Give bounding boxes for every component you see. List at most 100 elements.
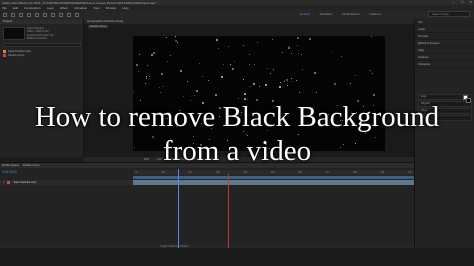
star-particle: [144, 82, 146, 84]
minimize-button[interactable]: —: [452, 0, 455, 4]
star-particle: [314, 72, 317, 75]
workspace-switcher: Default Standard Small Screen Libraries: [300, 12, 381, 16]
star-particle: [163, 86, 165, 88]
project-tab[interactable]: Project: [0, 19, 83, 24]
star-particle: [273, 69, 275, 71]
star-particle: [202, 75, 203, 77]
star-particle: [286, 84, 288, 86]
star-particle: [316, 91, 318, 93]
star-particle: [269, 73, 271, 75]
project-item-list: Stars Particles.mp4 Particle Comp: [3, 49, 81, 57]
star-particle: [186, 80, 188, 82]
panel-align[interactable]: Align: [415, 47, 474, 54]
pan-behind-tool-icon[interactable]: [43, 12, 47, 17]
star-particle: [177, 41, 179, 43]
footage-icon: [3, 49, 6, 53]
project-thumbnail: [3, 27, 25, 40]
panel-preview[interactable]: Preview: [415, 33, 474, 40]
time-ruler[interactable]: 0s 01s 02s 03s 04s 05s 06s 07s 08s 09s 1…: [133, 170, 414, 175]
layer-row[interactable]: 1 Stars Particles.mp4: [0, 180, 133, 185]
workspace-standard[interactable]: Standard: [320, 12, 332, 16]
star-particle: [285, 79, 288, 82]
ruler-tick: 05s: [270, 171, 275, 174]
panel-audio[interactable]: Audio: [415, 26, 474, 33]
hand-tool-icon[interactable]: [11, 12, 15, 17]
playhead-indicator[interactable]: [178, 169, 179, 248]
brush-tool-icon[interactable]: [75, 12, 79, 17]
panel-character[interactable]: Character: [415, 61, 474, 68]
star-particle: [243, 44, 245, 46]
menu-edit[interactable]: Edit: [13, 6, 18, 10]
star-particle: [291, 80, 293, 82]
star-particle: [271, 38, 273, 40]
star-particle: [333, 82, 336, 85]
maximize-button[interactable]: ☐: [461, 0, 464, 4]
camera-tool-icon[interactable]: [35, 12, 39, 17]
menu-effect[interactable]: Effect: [60, 6, 68, 10]
star-particle: [193, 95, 195, 96]
info-line: Millions of Colors: [27, 37, 47, 41]
star-particle: [287, 47, 290, 50]
star-particle: [243, 93, 246, 96]
star-particle: [136, 63, 139, 66]
zoom-tool-icon[interactable]: [19, 12, 23, 17]
composition-tab[interactable]: Composition Particle Comp: [84, 19, 414, 24]
star-particle: [228, 46, 229, 48]
menu-composition[interactable]: Composition: [24, 6, 41, 10]
text-tool-icon[interactable]: [67, 12, 71, 17]
star-particle: [139, 53, 141, 55]
star-particle: [158, 87, 160, 89]
star-particle: [230, 64, 231, 66]
star-particle: [196, 89, 199, 92]
panel-info[interactable]: Info: [415, 19, 474, 26]
work-area-end-marker[interactable]: [228, 174, 229, 248]
menu-file[interactable]: File: [2, 6, 7, 10]
star-particle: [215, 93, 217, 96]
list-item[interactable]: Particle Comp: [3, 53, 81, 57]
tools-toolbar: Default Standard Small Screen Libraries …: [0, 10, 474, 19]
ruler-tick: 0s: [135, 171, 138, 174]
search-help-input[interactable]: Search Help: [428, 11, 470, 17]
tool-group: [0, 12, 79, 17]
star-particle: [301, 53, 302, 55]
current-timecode[interactable]: 0;00;00;00: [2, 170, 17, 174]
work-area-bar[interactable]: [133, 176, 414, 179]
menu-view[interactable]: View: [93, 6, 99, 10]
star-particle: [220, 75, 223, 78]
star-particle: [372, 94, 375, 97]
project-search-input[interactable]: [3, 43, 81, 47]
star-particle: [283, 81, 285, 83]
layer-duration-bar[interactable]: [133, 180, 414, 185]
composition-icon: [3, 53, 6, 57]
star-particle: [223, 64, 225, 66]
rotate-tool-icon[interactable]: [27, 12, 31, 17]
layer-name: Stars Particles.mp4: [13, 181, 36, 184]
timeline-panel: Render Queue Particle Comp 0;00;00;00 0s…: [0, 162, 414, 249]
menu-help[interactable]: Help: [122, 6, 128, 10]
close-button[interactable]: ✕: [469, 0, 472, 4]
shape-tool-icon[interactable]: [51, 12, 55, 17]
panel-libraries[interactable]: Libraries: [415, 54, 474, 61]
selection-tool-icon[interactable]: [3, 12, 7, 17]
menu-layer[interactable]: Layer: [47, 6, 55, 10]
star-particle: [153, 52, 156, 55]
star-particle: [179, 70, 182, 73]
project-item-info: Stars Particles 1920 x 1080 (1.00) Δ 0;0…: [27, 27, 82, 41]
star-particle: [252, 82, 255, 85]
star-particle: [281, 52, 283, 54]
comp-breadcrumb[interactable]: Particle Comp: [88, 25, 109, 28]
workspace-default[interactable]: Default: [300, 12, 310, 16]
pen-tool-icon[interactable]: [59, 12, 63, 17]
star-particle: [296, 80, 298, 82]
workspace-small-screen[interactable]: Small Screen: [342, 12, 360, 16]
star-particle: [166, 37, 168, 39]
workspace-libraries[interactable]: Libraries: [370, 12, 382, 16]
menu-window[interactable]: Window: [106, 6, 117, 10]
star-particle: [349, 82, 351, 84]
star-particle: [256, 41, 258, 43]
menu-animation[interactable]: Animation: [74, 6, 87, 10]
star-particle: [355, 74, 357, 76]
ruler-tick: 02s: [188, 171, 193, 174]
panel-effects-presets[interactable]: Effects & Presets: [415, 40, 474, 47]
star-particle: [174, 36, 176, 38]
